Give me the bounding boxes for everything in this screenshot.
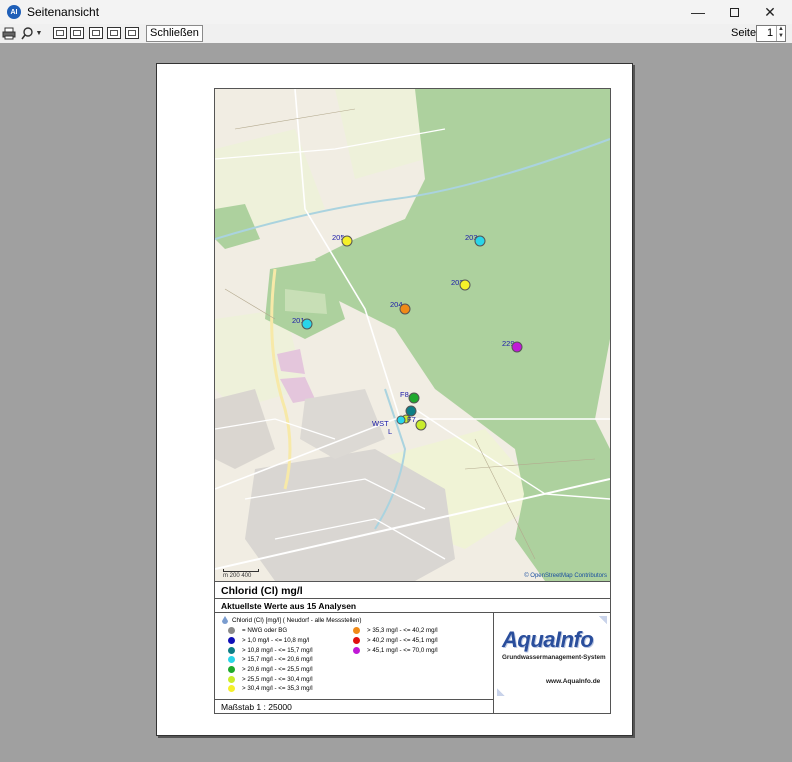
legend-item-label: > 25,5 mg/l - <= 30,4 mg/l: [242, 675, 313, 683]
legend-column-1: = NWG oder BG > 1,0 mg/l - <= 10,8 mg/l > …: [228, 626, 313, 694]
page-spinner[interactable]: ▲ ▼: [776, 26, 785, 41]
legend-color-dot: [228, 666, 235, 674]
report-title: Chlorid (Cl) mg/l: [215, 581, 610, 599]
legend-header: Chlorid (Cl) [mg/l] ( Neudorf - alle Mes…: [221, 616, 361, 624]
legend-item-label: > 40,2 mg/l - <= 45,1 mg/l: [367, 637, 438, 645]
legend-item-label: > 35,3 mg/l - <= 40,2 mg/l: [367, 627, 438, 635]
station-marker[interactable]: [341, 235, 353, 247]
station-marker[interactable]: [396, 415, 406, 425]
map-attribution: © OpenStreetMap Contributors: [524, 573, 607, 579]
report-subtitle: Aktuellste Werte aus 15 Analysen: [215, 599, 610, 613]
legend-item: > 25,5 mg/l - <= 30,4 mg/l: [228, 674, 313, 684]
legend-color-dot: [353, 637, 360, 645]
marker-label: F7: [407, 415, 416, 424]
marker-label: F8: [400, 390, 409, 399]
station-marker[interactable]: [474, 235, 486, 247]
legend-item-label: > 15,7 mg/l - <= 20,6 mg/l: [242, 656, 313, 664]
legend-color-dot: [353, 646, 360, 654]
zoom-icon[interactable]: [20, 26, 34, 40]
legend-item: > 1,0 mg/l - <= 10,8 mg/l: [228, 636, 313, 646]
maximize-button[interactable]: [716, 0, 752, 24]
map-legend: Chlorid (Cl) [mg/l] ( Neudorf - alle Mes…: [215, 613, 494, 699]
legend-item: > 10,8 mg/l - <= 15,7 mg/l: [228, 645, 313, 655]
legend-item: > 30,4 mg/l - <= 35,3 mg/l: [228, 684, 313, 694]
legend-item-label: > 1,0 mg/l - <= 10,8 mg/l: [242, 637, 310, 645]
legend-item: > 15,7 mg/l - <= 20,6 mg/l: [228, 655, 313, 665]
six-page-view-icon[interactable]: [125, 27, 139, 39]
legend-color-dot: [228, 646, 235, 654]
page-number-value: 1: [767, 27, 774, 39]
legend-item: > 20,6 mg/l - <= 25,5 mg/l: [228, 665, 313, 675]
legend-color-dot: [353, 627, 360, 635]
legend-item-label: > 20,6 mg/l - <= 25,5 mg/l: [242, 666, 313, 674]
station-marker[interactable]: [301, 318, 313, 330]
legend-color-dot: [228, 627, 235, 635]
scale-bar-text: m 200 400: [223, 573, 252, 579]
station-marker[interactable]: [415, 419, 427, 431]
aquainfo-logo-box: AquaInfo Grundwassermanagement-System ww…: [494, 613, 610, 699]
legend-color-dot: [228, 637, 235, 645]
aquainfo-logo: AquaInfo: [502, 627, 594, 652]
legend-item: > 45,1 mg/l - <= 70,0 mg/l: [353, 645, 438, 655]
station-marker[interactable]: [408, 392, 420, 404]
droplet-icon: [222, 616, 228, 624]
map-scale: Maßstab 1 : 25000: [215, 699, 494, 713]
legend-item: > 35,3 mg/l - <= 40,2 mg/l: [353, 626, 438, 636]
legend-color-dot: [228, 656, 235, 664]
report-frame: 205 203 202 204 201 229 F8 WST F7 L m 20…: [214, 88, 611, 714]
close-window-button[interactable]: ✕: [752, 0, 788, 24]
station-marker[interactable]: [511, 341, 523, 353]
preview-toolbar: ▼ Schließen Seite 1 ▲ ▼: [0, 24, 792, 43]
station-marker[interactable]: [459, 279, 471, 291]
window-title: Seitenansicht: [27, 5, 100, 19]
map-scale-bar: m 200 400: [223, 569, 259, 579]
logo-corner-decoration: [599, 616, 607, 624]
legend-item: > 40,2 mg/l - <= 45,1 mg/l: [353, 636, 438, 646]
legend-item: = NWG oder BG: [228, 626, 313, 636]
logo-url: www.AquaInfo.de: [546, 678, 601, 685]
one-page-view-icon[interactable]: [53, 27, 67, 39]
logo-corner-decoration: [497, 688, 505, 696]
minimize-button[interactable]: —: [680, 0, 716, 24]
legend-item-label: = NWG oder BG: [242, 627, 288, 635]
marker-label: L: [388, 427, 393, 436]
map-view: 205 203 202 204 201 229 F8 WST F7 L m 20…: [215, 89, 610, 581]
print-icon[interactable]: [2, 26, 16, 40]
printed-page: 205 203 202 204 201 229 F8 WST F7 L m 20…: [156, 63, 633, 736]
legend-header-text: Chlorid (Cl) [mg/l] ( Neudorf - alle Mes…: [232, 616, 362, 624]
legend-color-dot: [228, 675, 235, 683]
three-page-view-icon[interactable]: [89, 27, 103, 39]
window-titlebar: AI Seitenansicht — ✕: [0, 0, 792, 24]
four-page-view-icon[interactable]: [107, 27, 121, 39]
marker-label: WST: [372, 419, 389, 428]
legend-item-label: > 10,8 mg/l - <= 15,7 mg/l: [242, 646, 313, 654]
preview-area[interactable]: 205 203 202 204 201 229 F8 WST F7 L m 20…: [0, 43, 792, 762]
page-number-input[interactable]: 1 ▲ ▼: [756, 25, 786, 42]
station-marker[interactable]: [399, 303, 411, 315]
two-page-view-icon[interactable]: [70, 27, 84, 39]
legend-item-label: > 45,1 mg/l - <= 70,0 mg/l: [367, 646, 438, 654]
close-preview-button[interactable]: Schließen: [146, 25, 203, 42]
legend-column-2: > 35,3 mg/l - <= 40,2 mg/l > 40,2 mg/l - …: [353, 626, 438, 655]
zoom-dropdown-icon[interactable]: ▼: [35, 26, 43, 40]
logo-subtitle: Grundwassermanagement-System: [502, 654, 606, 661]
osm-map-background: [215, 89, 610, 581]
aquainfo-app-icon: AI: [7, 5, 21, 19]
legend-color-dot: [228, 685, 235, 693]
page-label: Seite: [731, 27, 757, 39]
legend-item-label: > 30,4 mg/l - <= 35,3 mg/l: [242, 685, 313, 693]
